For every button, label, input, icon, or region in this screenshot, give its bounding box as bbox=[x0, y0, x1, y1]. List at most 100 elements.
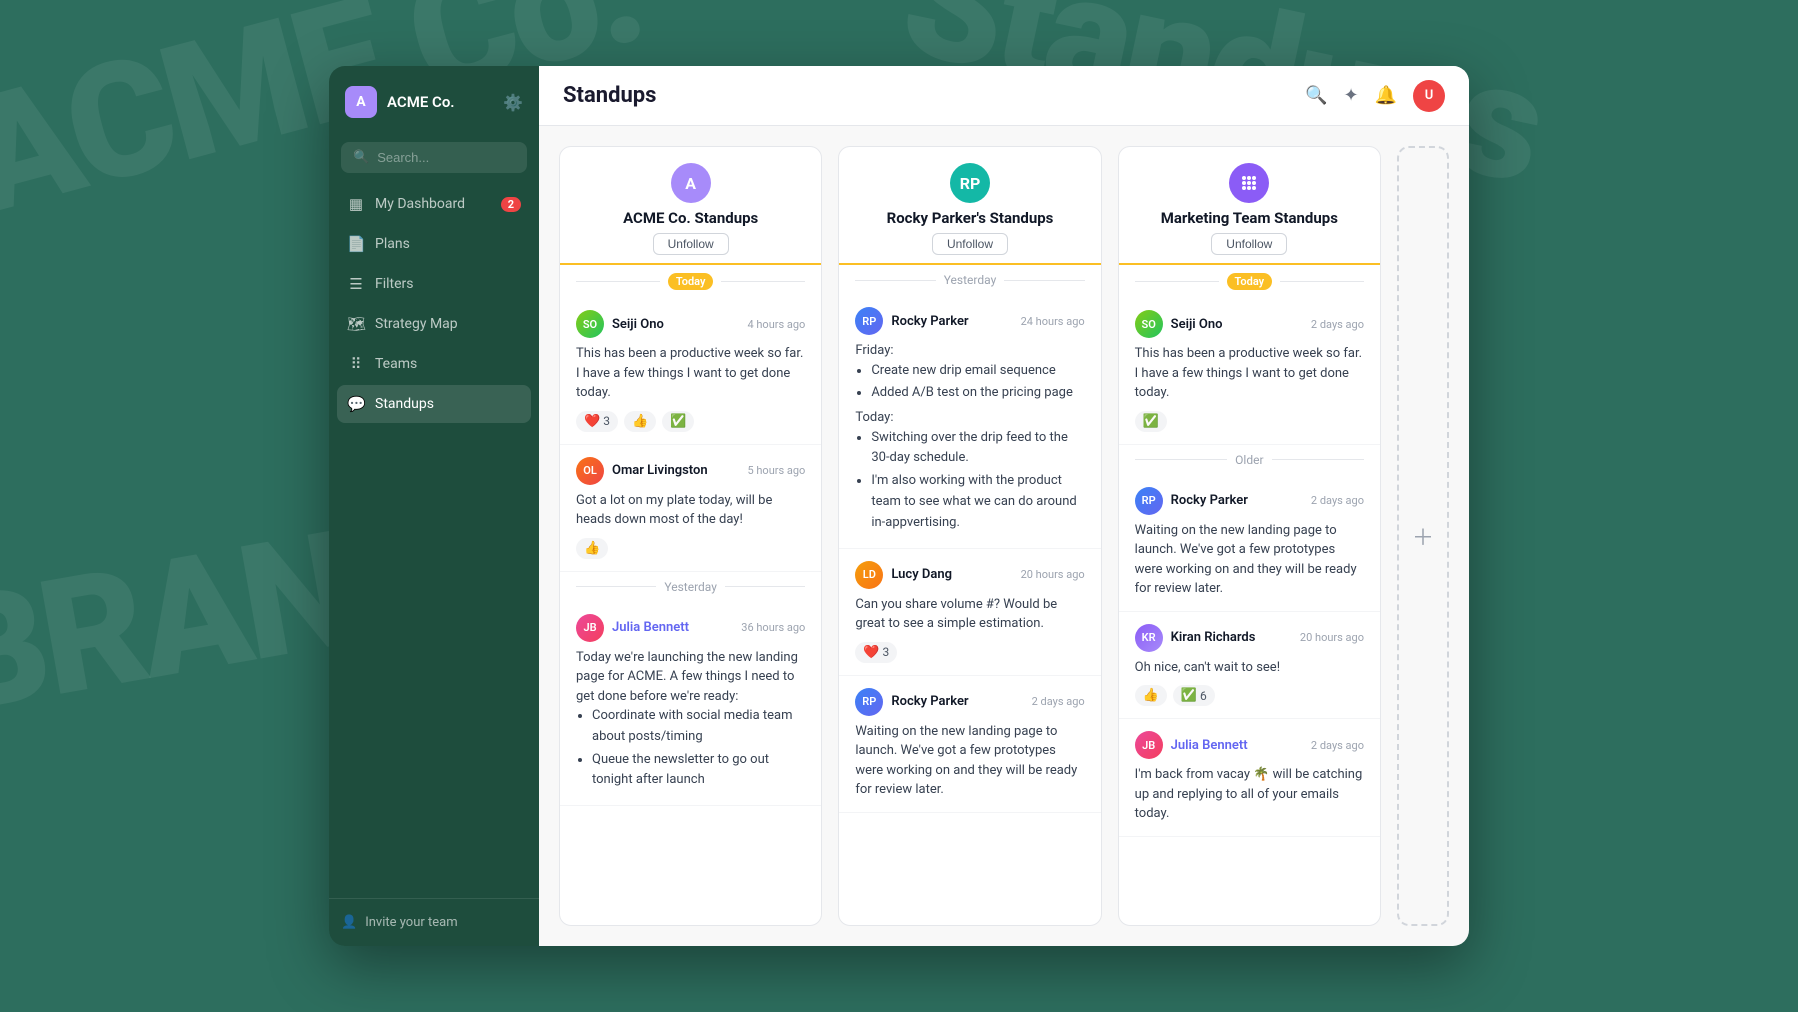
today-badge: Today bbox=[1227, 273, 1273, 290]
post-user: KR Kiran Richards bbox=[1135, 624, 1256, 652]
sidebar-item-teams[interactable]: ⠿ Teams bbox=[337, 345, 531, 383]
post-list: Coordinate with social media team about … bbox=[576, 706, 805, 791]
post-username[interactable]: Julia Bennett bbox=[1171, 738, 1248, 753]
sidebar-item-dashboard[interactable]: ▦ My Dashboard 2 bbox=[337, 185, 531, 223]
post-username: Rocky Parker bbox=[1171, 493, 1248, 508]
standup-column-marketing: Marketing Team Standups Unfollow Today S… bbox=[1118, 146, 1381, 926]
list-item: Added A/B test on the pricing page bbox=[871, 383, 1084, 404]
col-title-rocky: Rocky Parker's Standups bbox=[887, 209, 1054, 227]
post-reactions: ❤️ 3 bbox=[855, 642, 1084, 663]
post-item: RP Rocky Parker 2 days ago Waiting on th… bbox=[1119, 475, 1380, 612]
unfollow-button-marketing[interactable]: Unfollow bbox=[1211, 233, 1287, 255]
reaction-check[interactable]: ✅ 6 bbox=[1173, 685, 1215, 706]
older-label: Older bbox=[1135, 445, 1364, 475]
page-title: Standups bbox=[563, 83, 656, 108]
avatar: RP bbox=[855, 307, 883, 335]
avatar: JB bbox=[576, 614, 604, 642]
search-input[interactable] bbox=[377, 150, 515, 165]
sidebar-item-plans[interactable]: 📄 Plans bbox=[337, 225, 531, 263]
post-item: OL Omar Livingston 5 hours ago Got a lot… bbox=[560, 445, 821, 572]
col-header-rocky: RP Rocky Parker's Standups Unfollow bbox=[839, 147, 1100, 263]
plus-icon: ＋ bbox=[1412, 520, 1434, 552]
dots-icon: ⠿ bbox=[347, 355, 365, 373]
col-title-acme: ACME Co. Standups bbox=[623, 209, 758, 227]
list-item: Queue the newsletter to go out tonight a… bbox=[592, 750, 805, 792]
post-text: Waiting on the new landing page to launc… bbox=[855, 722, 1084, 800]
post-item: SO Seiji Ono 4 hours ago This has been a… bbox=[560, 298, 821, 445]
post-time: 2 days ago bbox=[1311, 494, 1364, 507]
sidebar-item-filters[interactable]: ☰ Filters bbox=[337, 265, 531, 303]
sidebar-item-standups[interactable]: 💬 Standups bbox=[337, 385, 531, 423]
post-user: JB Julia Bennett bbox=[1135, 731, 1248, 759]
post-time: 20 hours ago bbox=[1021, 568, 1085, 581]
col-avatar-rocky: RP bbox=[950, 163, 990, 203]
post-text: I'm back from vacay 🌴 will be catching u… bbox=[1135, 765, 1364, 824]
reaction-heart[interactable]: ❤️ 3 bbox=[855, 642, 897, 663]
post-username[interactable]: Julia Bennett bbox=[612, 620, 689, 635]
map-icon: 🗺 bbox=[347, 315, 365, 333]
post-time: 5 hours ago bbox=[747, 464, 805, 477]
gear-icon[interactable]: ⚙️ bbox=[503, 93, 523, 112]
post-reactions: ❤️ 3 👍 ✅ bbox=[576, 411, 805, 432]
dashboard-badge: 2 bbox=[501, 197, 521, 212]
today-badge: Today bbox=[668, 273, 714, 290]
sidebar-item-strategymap[interactable]: 🗺 Strategy Map bbox=[337, 305, 531, 343]
avatar: JB bbox=[1135, 731, 1163, 759]
invite-team-button[interactable]: 👤 Invite your team bbox=[341, 915, 527, 930]
post-header: LD Lucy Dang 20 hours ago bbox=[855, 561, 1084, 589]
col-avatar-marketing bbox=[1229, 163, 1269, 203]
invite-icon: 👤 bbox=[341, 915, 357, 930]
post-item: JB Julia Bennett 36 hours ago Today we'r… bbox=[560, 602, 821, 807]
time-label-today: Today bbox=[576, 265, 805, 298]
reaction-thumbs[interactable]: 👍 bbox=[576, 538, 608, 559]
post-time: 2 days ago bbox=[1032, 695, 1085, 708]
section-label: Friday: bbox=[855, 341, 1084, 361]
post-header: RP Rocky Parker 2 days ago bbox=[1135, 487, 1364, 515]
unfollow-button-acme[interactable]: Unfollow bbox=[653, 233, 729, 255]
app-container: A ACME Co. ⚙️ 🔍 ▦ My Dashboard 2 📄 Plans… bbox=[329, 66, 1469, 946]
sidebar-search[interactable]: 🔍 bbox=[341, 142, 527, 173]
main-content: Standups 🔍 ✦ 🔔 U A ACME Co. Standups Unf… bbox=[539, 66, 1469, 946]
sidebar-logo: A ACME Co. bbox=[345, 86, 455, 118]
reaction-check[interactable]: ✅ bbox=[662, 411, 694, 432]
col-body-rocky: Yesterday RP Rocky Parker 24 hours ago bbox=[839, 265, 1100, 925]
post-header: KR Kiran Richards 20 hours ago bbox=[1135, 624, 1364, 652]
bell-icon[interactable]: 🔔 bbox=[1375, 85, 1397, 106]
content-area: A ACME Co. Standups Unfollow Today SO bbox=[539, 126, 1469, 946]
post-reactions: ✅ bbox=[1135, 411, 1364, 432]
avatar: RP bbox=[1135, 487, 1163, 515]
post-user: SO Seiji Ono bbox=[576, 310, 664, 338]
post-header: SO Seiji Ono 4 hours ago bbox=[576, 310, 805, 338]
list-item: Coordinate with social media team about … bbox=[592, 706, 805, 748]
reaction-check[interactable]: ✅ bbox=[1135, 411, 1167, 432]
company-name: ACME Co. bbox=[387, 93, 455, 111]
standup-column-rocky: RP Rocky Parker's Standups Unfollow Yest… bbox=[838, 146, 1101, 926]
yesterday-label: Yesterday bbox=[944, 273, 997, 287]
post-header: JB Julia Bennett 36 hours ago bbox=[576, 614, 805, 642]
user-avatar[interactable]: U bbox=[1413, 80, 1445, 112]
list-icon: ☰ bbox=[347, 275, 365, 293]
post-list: Switching over the drip feed to the 30-d… bbox=[855, 428, 1084, 534]
sidebar-item-label: Strategy Map bbox=[375, 316, 458, 332]
logo-avatar: A bbox=[345, 86, 377, 118]
avatar: KR bbox=[1135, 624, 1163, 652]
time-label-yesterday: Yesterday bbox=[855, 265, 1084, 295]
post-username: Rocky Parker bbox=[891, 694, 968, 709]
post-text: Today we're launching the new landing pa… bbox=[576, 648, 805, 707]
yesterday-label: Yesterday bbox=[664, 580, 717, 594]
post-time: 2 days ago bbox=[1311, 739, 1364, 752]
unfollow-button-rocky[interactable]: Unfollow bbox=[932, 233, 1008, 255]
search-icon[interactable]: 🔍 bbox=[1305, 85, 1327, 106]
reaction-heart[interactable]: ❤️ 3 bbox=[576, 411, 618, 432]
post-item: RP Rocky Parker 24 hours ago Friday: Cre… bbox=[839, 295, 1100, 549]
post-item: LD Lucy Dang 20 hours ago Can you share … bbox=[839, 549, 1100, 676]
sparkle-icon[interactable]: ✦ bbox=[1343, 85, 1358, 106]
post-username: Omar Livingston bbox=[612, 463, 708, 478]
reaction-thumbs[interactable]: 👍 bbox=[1135, 685, 1167, 706]
add-column-button[interactable]: ＋ bbox=[1397, 146, 1449, 926]
post-list: Create new drip email sequence Added A/B… bbox=[855, 361, 1084, 405]
post-time: 2 days ago bbox=[1311, 318, 1364, 331]
section-label: Today: bbox=[855, 408, 1084, 428]
reaction-thumbs[interactable]: 👍 bbox=[624, 411, 656, 432]
post-text: Friday: Create new drip email sequence A… bbox=[855, 341, 1084, 534]
